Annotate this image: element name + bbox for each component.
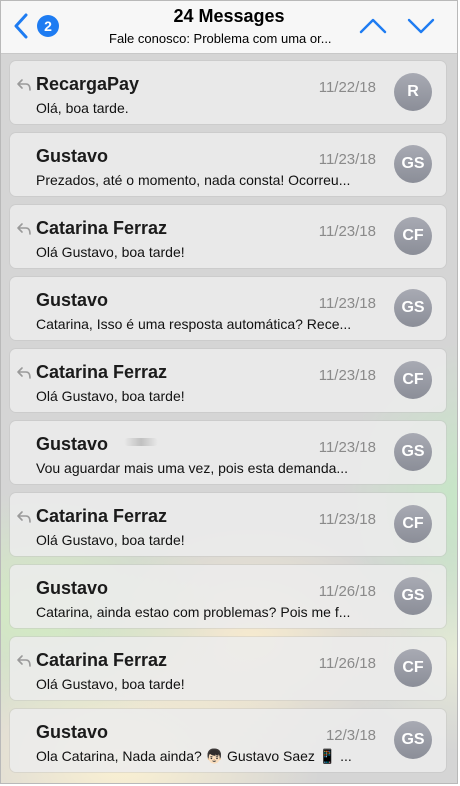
avatar: CF	[394, 649, 432, 687]
message-card[interactable]: RecargaPay 11/22/18 Olá, boa tarde. R	[10, 61, 446, 124]
message-date: 12/3/18	[325, 727, 376, 744]
message-preview: Olá Gustavo, boa tarde!	[36, 676, 185, 692]
message-sender: Catarina Ferraz	[36, 506, 168, 526]
message-sender: Gustavo	[36, 434, 109, 454]
reply-arrow-icon	[17, 223, 31, 235]
message-date: 11/26/18	[318, 583, 376, 600]
message-date: 11/26/18	[318, 655, 376, 672]
avatar: GS	[394, 289, 432, 327]
message-sender: Catarina Ferraz	[36, 650, 168, 670]
previous-message-button[interactable]	[357, 14, 389, 38]
message-date: 11/23/18	[318, 295, 376, 312]
avatar: GS	[394, 145, 432, 183]
message-card[interactable]: Gustavo 11/26/18 Catarina, ainda estao com…	[10, 565, 446, 628]
message-preview: Olá Gustavo, boa tarde!	[36, 532, 185, 548]
message-preview: Vou aguardar mais uma vez, pois esta dem…	[36, 460, 349, 476]
message-sender: Catarina Ferraz	[36, 218, 168, 238]
thread-subject: Fale conosco: Problema com uma or...	[109, 31, 332, 46]
message-preview: Catarina, ainda estao com problemas? Poi…	[36, 604, 351, 620]
avatar: GS	[394, 577, 432, 615]
message-preview: Olá Gustavo, boa tarde!	[36, 244, 185, 260]
message-card[interactable]: Gustavo 11/23/18 Catarina, Isso é uma resp…	[10, 277, 446, 340]
message-sender: Gustavo	[36, 146, 109, 166]
message-date: 11/23/18	[318, 151, 376, 168]
message-preview: Olá Gustavo, boa tarde!	[36, 388, 185, 404]
message-sender: Catarina Ferraz	[36, 362, 168, 382]
thread-header: 2 24 Messages Fale conosco: Problema com…	[1, 1, 457, 54]
avatar: CF	[394, 361, 432, 399]
chevron-up-icon	[359, 18, 387, 34]
message-date: 11/23/18	[318, 223, 376, 240]
message-sender: Gustavo	[36, 722, 109, 742]
message-date: 11/23/18	[318, 367, 376, 384]
avatar: CF	[394, 217, 432, 255]
message-sender: Gustavo	[36, 578, 109, 598]
avatar: CF	[394, 505, 432, 543]
message-date: 11/22/18	[318, 79, 376, 96]
next-message-button[interactable]	[405, 14, 437, 38]
avatar: GS	[394, 433, 432, 471]
message-date: 11/23/18	[318, 511, 376, 528]
message-preview: Ola Catarina, Nada ainda? 👦🏻 Gustavo Sae…	[36, 748, 352, 764]
message-date: 11/23/18	[318, 439, 376, 456]
message-card[interactable]: Catarina Ferraz 11/23/18 Olá Gustavo, boa …	[10, 349, 446, 412]
avatar: GS	[394, 721, 432, 759]
mail-thread-view: 2 24 Messages Fale conosco: Problema com…	[0, 0, 458, 784]
message-card[interactable]: Catarina Ferraz 11/23/18 Olá Gustavo, boa …	[10, 205, 446, 268]
message-card[interactable]: Gustavo 12/3/18 Ola Catarina, Nada ainda? …	[10, 709, 446, 772]
chevron-down-icon	[407, 18, 435, 34]
message-preview: Olá, boa tarde.	[36, 100, 129, 116]
redacted-name-smudge	[124, 438, 158, 446]
message-preview: Catarina, Isso é uma resposta automática…	[36, 316, 352, 332]
reply-arrow-icon	[17, 367, 31, 379]
message-card[interactable]: Gustavo 11/23/18 Vou aguardar mais uma vez…	[10, 421, 446, 484]
message-card[interactable]: Catarina Ferraz 11/26/18 Olá Gustavo, boa …	[10, 637, 446, 700]
message-card[interactable]: Catarina Ferraz 11/23/18 Olá Gustavo, boa …	[10, 493, 446, 556]
avatar: R	[394, 73, 432, 111]
reply-arrow-icon	[17, 79, 31, 91]
message-sender: RecargaPay	[36, 74, 140, 94]
message-sender: Gustavo	[36, 290, 109, 310]
message-preview: Prezados, até o momento, nada consta! Oc…	[36, 172, 351, 188]
message-card[interactable]: Gustavo 11/23/18 Prezados, até o momento, …	[10, 133, 446, 196]
reply-arrow-icon	[17, 655, 31, 667]
reply-arrow-icon	[17, 511, 31, 523]
